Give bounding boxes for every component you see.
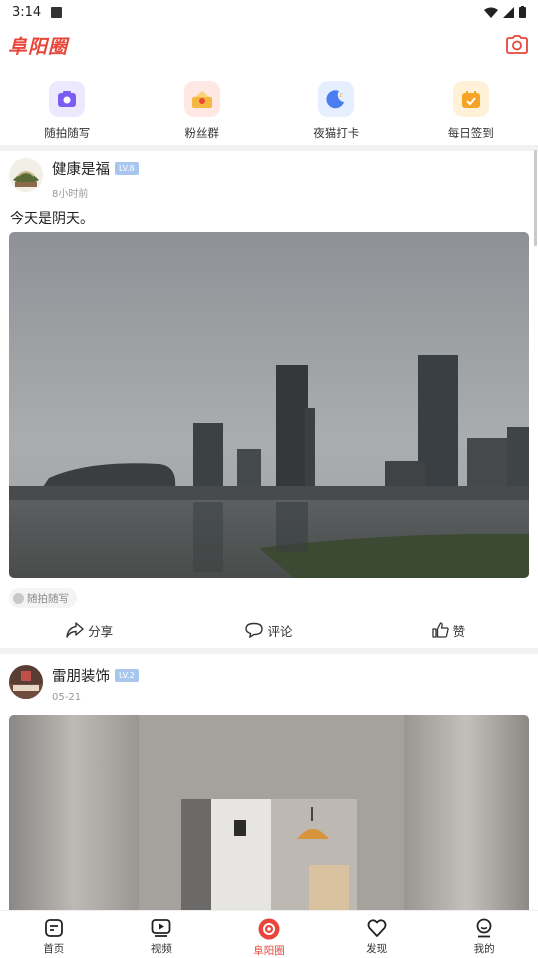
- app-screen: 3:14 阜阳圈 随拍随写 粉丝群 z 夜猫打卡 每日签到 健康是福 LV.8 …: [0, 0, 538, 958]
- camera-button[interactable]: [504, 32, 530, 58]
- quick-action-label: 粉丝群: [184, 126, 220, 140]
- tab-label: 我的: [473, 943, 495, 955]
- tab-home[interactable]: 首页: [0, 911, 108, 958]
- quick-action-label: 夜猫打卡: [313, 126, 360, 140]
- post-actions: 分享 评论 赞: [0, 616, 538, 644]
- share-label: 分享: [88, 623, 114, 639]
- quick-action-fans[interactable]: 粉丝群: [135, 74, 270, 146]
- comment-label: 评论: [267, 623, 293, 639]
- wifi-icon: [484, 7, 498, 18]
- tab-video[interactable]: 视频: [108, 911, 216, 958]
- post-text: 今天是阴天。: [10, 211, 94, 227]
- signal-icon: [503, 6, 514, 18]
- post-time: 8小时前: [52, 189, 89, 200]
- share-button[interactable]: 分享: [0, 616, 179, 644]
- avatar[interactable]: [9, 665, 43, 699]
- like-button[interactable]: 赞: [359, 616, 538, 644]
- quick-action-snap[interactable]: 随拍随写: [0, 74, 135, 146]
- post-photo[interactable]: [9, 232, 529, 578]
- post-author[interactable]: 雷朋装饰 LV.2 05-21: [9, 665, 139, 703]
- author-name: 雷朋装饰: [52, 669, 110, 685]
- fans-group-icon: [183, 81, 220, 117]
- tag-icon: [13, 592, 24, 604]
- quick-action-label: 每日签到: [447, 126, 494, 140]
- scrollbar[interactable]: [534, 150, 537, 246]
- status-time: 3:14: [12, 4, 42, 20]
- calendar-icon: [452, 81, 489, 117]
- topic-tag-label: 随拍随写: [27, 592, 69, 605]
- tab-profile[interactable]: 我的: [430, 911, 538, 958]
- bottom-nav: 首页 视频 阜阳圈 发现 我的: [0, 910, 538, 958]
- tab-label: 首页: [43, 943, 65, 955]
- circle-icon: [258, 918, 280, 940]
- svg-text:z: z: [339, 91, 343, 99]
- level-badge: LV.8: [115, 162, 139, 175]
- top-header: 阜阳圈: [0, 26, 538, 64]
- post-photo[interactable]: [9, 715, 529, 910]
- post-author[interactable]: 健康是福 LV.8 8小时前: [9, 158, 139, 200]
- tab-discover[interactable]: 发现: [323, 911, 431, 958]
- comment-icon: [245, 622, 264, 638]
- status-icons: [484, 6, 526, 18]
- notification-icon: [51, 6, 63, 18]
- camera-icon: [506, 35, 528, 54]
- status-bar: 3:14: [0, 0, 538, 24]
- share-icon: [66, 622, 84, 638]
- moon-icon: z: [318, 81, 355, 117]
- discover-icon: [367, 919, 387, 937]
- tab-label: 阜阳圈: [253, 945, 285, 957]
- quick-action-checkin[interactable]: 每日签到: [404, 74, 538, 146]
- tab-fuyangquan[interactable]: 阜阳圈: [215, 911, 323, 958]
- quick-actions: 随拍随写 粉丝群 z 夜猫打卡 每日签到: [0, 74, 538, 146]
- profile-icon: [476, 918, 492, 938]
- tab-label: 发现: [366, 943, 388, 955]
- battery-icon: [519, 6, 526, 18]
- feed-post: 健康是福 LV.8 8小时前 今天是阴天。 随拍随写 分享 评论 赞: [0, 151, 538, 648]
- video-icon: [151, 919, 171, 937]
- avatar[interactable]: [9, 158, 43, 192]
- app-logo: 阜阳圈: [8, 35, 69, 58]
- post-time: 05-21: [52, 692, 82, 703]
- topic-tag[interactable]: 随拍随写: [9, 588, 77, 608]
- level-badge: LV.2: [115, 669, 139, 682]
- thumbs-up-icon: [431, 622, 449, 638]
- camera-icon: [49, 81, 86, 117]
- feed-post: 雷朋装饰 LV.2 05-21: [0, 654, 538, 910]
- quick-action-night[interactable]: z 夜猫打卡: [269, 74, 404, 146]
- tab-label: 视频: [150, 943, 172, 955]
- comment-button[interactable]: 评论: [179, 616, 358, 644]
- quick-action-label: 随拍随写: [44, 126, 91, 140]
- author-name: 健康是福: [52, 162, 110, 178]
- like-label: 赞: [452, 623, 466, 639]
- home-icon: [44, 919, 63, 937]
